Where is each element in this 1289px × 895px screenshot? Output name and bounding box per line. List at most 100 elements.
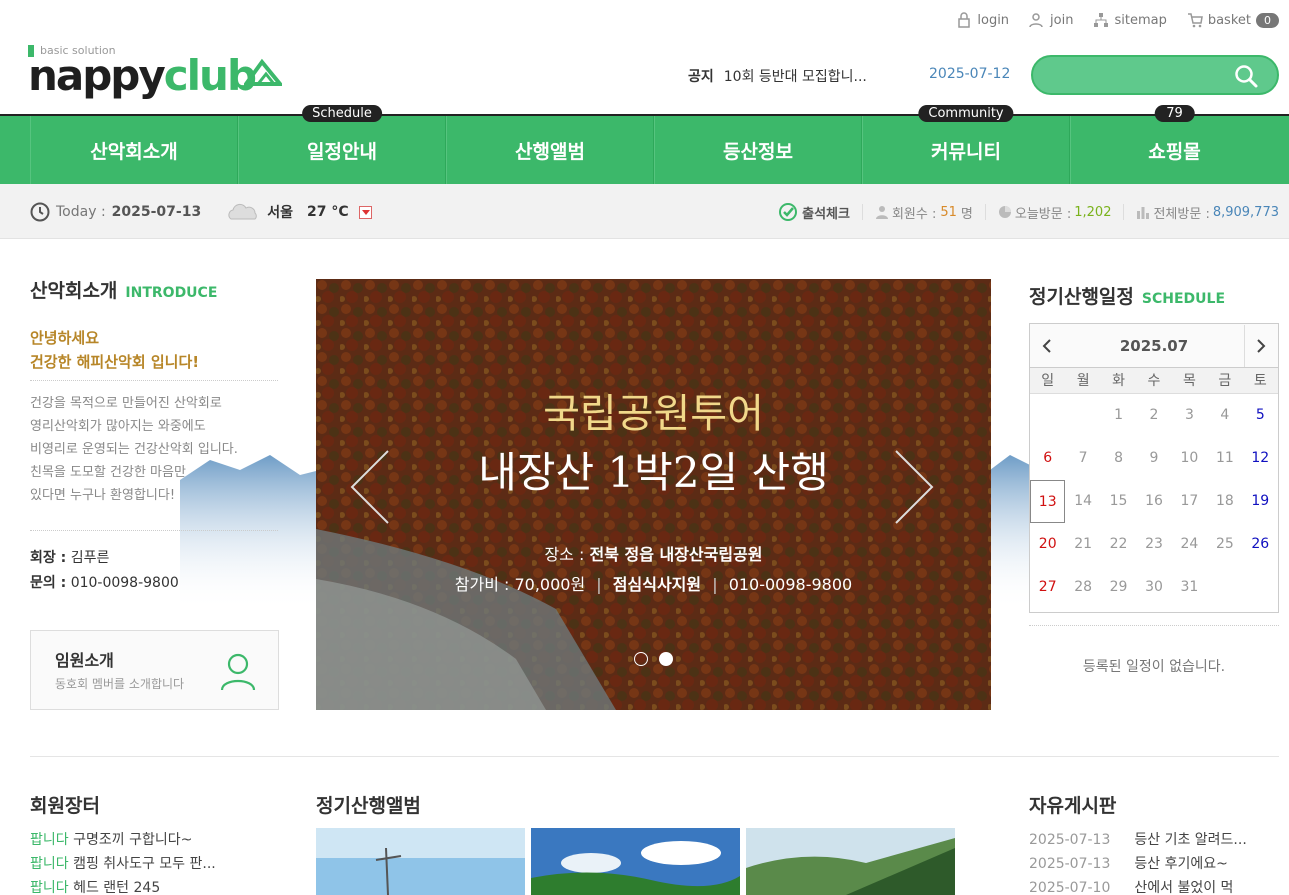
- main-slider: 국립공원투어 내장산 1박2일 산행 장소 : 전북 정읍 내장산국립공원 참가…: [316, 279, 991, 710]
- slide-details: 참가비 : 70,000원 | 점심식사지원 | 010-0098-9800: [454, 575, 853, 594]
- info-bar: Today : 2025-07-13 서울 27 °C 출석체크 회원수 : 5…: [0, 184, 1289, 239]
- calendar-day[interactable]: 28: [1065, 566, 1100, 609]
- nav-item-shop[interactable]: 79 쇼핑몰: [1070, 105, 1278, 184]
- slide-title-1: 국립공원투어: [543, 391, 764, 437]
- mountain-logo-icon: [244, 58, 282, 86]
- intro-description: 건강을 목적으로 만들어진 산악회로 영리산악회가 많아지는 와중에도 비영리로…: [30, 396, 238, 503]
- album-thumbnail[interactable]: [316, 828, 525, 895]
- sitemap-link[interactable]: sitemap: [1093, 12, 1167, 28]
- calendar-day-today[interactable]: 13: [1030, 480, 1066, 523]
- calendar-day[interactable]: 17: [1172, 480, 1207, 523]
- pie-chart-icon: [998, 206, 1011, 218]
- basket-count-badge: 0: [1256, 12, 1279, 28]
- chevron-left-icon: [1042, 338, 1051, 353]
- calendar-day[interactable]: 26: [1243, 523, 1278, 566]
- slide-title-2: 내장산 1박2일 산행: [478, 448, 829, 497]
- list-item[interactable]: 2025-07-13 등산 기초 알려드...: [1029, 828, 1247, 852]
- calendar-month: 2025.07: [1119, 336, 1189, 355]
- calendar-day[interactable]: 14: [1065, 480, 1100, 523]
- slider-next-arrow[interactable]: [892, 449, 936, 525]
- calendar-day[interactable]: 20: [1030, 523, 1065, 566]
- list-item[interactable]: 팝니다 구명조끼 구합니다~: [30, 828, 216, 852]
- join-link[interactable]: join: [1029, 12, 1073, 28]
- login-link[interactable]: login: [956, 12, 1009, 28]
- album-thumbnail[interactable]: [531, 828, 740, 895]
- nav-item-album[interactable]: 산행앨범: [446, 116, 654, 184]
- calendar-day[interactable]: 4: [1207, 394, 1242, 437]
- calendar-day[interactable]: 19: [1243, 480, 1278, 523]
- notice-ticker[interactable]: 공지 10회 등반대 모집합니...: [688, 66, 867, 86]
- bar-chart-icon: [1137, 207, 1150, 219]
- list-item[interactable]: 팝니다 캠핑 취사도구 모두 판...: [30, 852, 216, 876]
- list-item[interactable]: 2025-07-10 산에서 불었이 먹: [1029, 876, 1247, 895]
- calendar-day[interactable]: 31: [1172, 566, 1207, 609]
- calendar-day[interactable]: 18: [1207, 480, 1242, 523]
- search-input[interactable]: [1031, 55, 1279, 95]
- lock-icon: [958, 12, 971, 28]
- nav-item-intro[interactable]: 산악회소개: [30, 116, 238, 184]
- divider: [1029, 625, 1279, 626]
- calendar-day[interactable]: 30: [1136, 566, 1171, 609]
- schedule-heading: 정기산행일정 SCHEDULE: [1029, 286, 1226, 308]
- calendar-next-button[interactable]: [1243, 324, 1278, 367]
- search-icon[interactable]: [1233, 63, 1259, 89]
- calendar: 2025.07 일월화수목금토 12345 6 7 8 9 10 11 12 13 14 15 1…: [1029, 323, 1279, 613]
- site-logo[interactable]: basic solution nappyclub: [28, 44, 288, 100]
- weather-temp: 27 °C: [306, 204, 349, 220]
- sitemap-icon: [1094, 13, 1109, 27]
- total-visits-label: 전체방문 :: [1153, 206, 1210, 222]
- album-title: 정기산행앨범: [316, 795, 421, 817]
- slider-dot[interactable]: [634, 652, 648, 666]
- member-icon: [875, 206, 888, 219]
- schedule-empty-text: 등록된 일정이 없습니다.: [1082, 659, 1226, 675]
- nav-item-schedule[interactable]: Schedule 일정안내: [238, 105, 446, 184]
- calendar-day[interactable]: 15: [1101, 480, 1136, 523]
- nav-badge: Schedule: [302, 105, 382, 122]
- calendar-day[interactable]: 8: [1101, 437, 1136, 480]
- album-thumbnail[interactable]: [746, 828, 955, 895]
- today-label: Today :: [56, 204, 106, 220]
- divider: [30, 530, 278, 531]
- slider-dot-active[interactable]: [659, 652, 673, 666]
- weather-dropdown-icon[interactable]: [358, 205, 372, 219]
- calendar-day[interactable]: 10: [1172, 437, 1207, 480]
- calendar-day[interactable]: 2: [1136, 394, 1171, 437]
- nav-item-info[interactable]: 등산정보: [654, 116, 862, 184]
- calendar-day[interactable]: 5: [1243, 394, 1278, 437]
- list-item[interactable]: 팝니다 헤드 랜턴 245: [30, 876, 216, 895]
- members-unit: 명: [960, 206, 973, 222]
- calendar-day[interactable]: 1: [1101, 394, 1136, 437]
- nav-badge: 79: [1154, 105, 1195, 122]
- calendar-day[interactable]: 21: [1065, 523, 1100, 566]
- slider-prev-arrow[interactable]: [348, 449, 392, 525]
- nav-item-community[interactable]: Community 커뮤니티: [862, 105, 1070, 184]
- notice-text[interactable]: 10회 등반대 모집합니...: [724, 66, 867, 86]
- calendar-day[interactable]: 23: [1136, 523, 1171, 566]
- calendar-day[interactable]: 12: [1243, 437, 1278, 480]
- divider: [30, 380, 278, 381]
- cloud-icon: [228, 203, 258, 220]
- nav-badge: Community: [918, 105, 1014, 122]
- calendar-day[interactable]: 9: [1136, 437, 1171, 480]
- clock-icon: [30, 202, 50, 222]
- calendar-day[interactable]: 11: [1207, 437, 1242, 480]
- calendar-day[interactable]: 7: [1065, 437, 1100, 480]
- calendar-day[interactable]: 27: [1030, 566, 1065, 609]
- staff-intro-button[interactable]: 임원소개 동호회 멤버를 소개합니다: [30, 630, 279, 710]
- today-date: 2025-07-13: [111, 204, 202, 220]
- free-board-title: 자유게시판: [1029, 795, 1117, 817]
- calendar-day[interactable]: 22: [1101, 523, 1136, 566]
- list-item[interactable]: 2025-07-13 등산 후기에요~: [1029, 852, 1247, 876]
- calendar-day[interactable]: 16: [1136, 480, 1171, 523]
- calendar-day[interactable]: 6: [1030, 437, 1065, 480]
- utility-menu: login join sitemap basket 0: [956, 12, 1279, 28]
- calendar-day[interactable]: 24: [1172, 523, 1207, 566]
- calendar-day[interactable]: 29: [1101, 566, 1136, 609]
- calendar-day[interactable]: 25: [1207, 523, 1242, 566]
- market-list: 팝니다 구명조끼 구합니다~ 팝니다 캠핑 취사도구 모두 판... 팝니다 헤…: [30, 828, 216, 895]
- basket-link[interactable]: basket 0: [1187, 12, 1279, 28]
- calendar-day[interactable]: 3: [1172, 394, 1207, 437]
- attendance-check-button[interactable]: 출석체크: [778, 202, 850, 222]
- calendar-prev-button[interactable]: [1030, 325, 1064, 367]
- today-visits-label: 오늘방문 :: [1014, 206, 1072, 222]
